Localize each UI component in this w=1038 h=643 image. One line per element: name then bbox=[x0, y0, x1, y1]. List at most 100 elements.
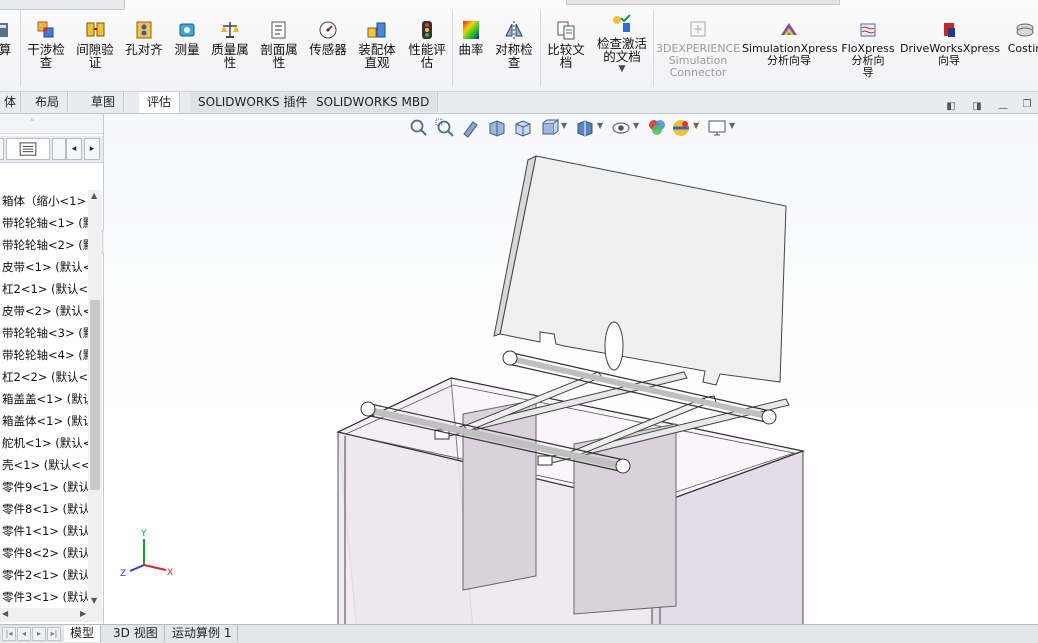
tile-left-icon[interactable]: ◧ bbox=[944, 100, 958, 114]
triad-z-axis bbox=[129, 564, 145, 572]
tree-item[interactable]: 带轮轮轴<4> (默 bbox=[0, 344, 88, 366]
tree-item[interactable]: 杠2<1> (默认< bbox=[0, 278, 88, 300]
tab-model[interactable]: 模型 bbox=[64, 625, 102, 642]
pulley bbox=[360, 401, 376, 417]
hole-alignment-button[interactable]: 孔对齐 bbox=[123, 20, 165, 56]
scroll-left-icon[interactable]: ◀ bbox=[2, 609, 8, 618]
scroll-down-icon[interactable]: ▼ bbox=[91, 596, 97, 605]
tab-layout[interactable]: 布局 bbox=[27, 92, 69, 112]
tree-item[interactable]: 杠2<2> (默认< bbox=[0, 366, 88, 388]
3dexperience-icon bbox=[690, 21, 706, 37]
panel-tab-configuration[interactable] bbox=[52, 138, 66, 160]
tile-right-icon[interactable]: ◨ bbox=[970, 100, 984, 114]
clearance-verify-icon bbox=[86, 22, 105, 37]
compare-documents-icon bbox=[557, 21, 575, 40]
tab-motion-study-1[interactable]: 运动算例 1 bbox=[166, 625, 239, 642]
tree-item[interactable]: 壳<1> (默认<< bbox=[0, 454, 88, 476]
restore-icon[interactable]: ❐ bbox=[1020, 98, 1034, 112]
sensor-button[interactable]: 传感器 bbox=[306, 20, 350, 56]
scrollbar-thumb[interactable] bbox=[90, 300, 100, 490]
tree-item[interactable]: 带轮轮轴<2> (默 bbox=[0, 234, 88, 256]
clearance-verify-button[interactable]: 间隙验 证 bbox=[72, 20, 118, 69]
pulley bbox=[615, 458, 631, 474]
triad-y-label: Y bbox=[140, 529, 147, 539]
feature-manager-panel: ◦ ◂ ▸ 箱体（缩小<1> 带轮轮轴<1> (默 带轮轮轴<2> (默 皮带<… bbox=[0, 114, 104, 624]
first-tab-icon[interactable]: |◂ bbox=[2, 627, 16, 641]
driveworksxpress-icon bbox=[944, 23, 955, 37]
tab-evaluate[interactable]: 评估 bbox=[139, 92, 181, 113]
tree-item[interactable]: 带轮轮轴<3> (默 bbox=[0, 322, 88, 344]
scroll-up-icon[interactable]: ▲ bbox=[91, 191, 97, 200]
calculate-button[interactable]: 算 bbox=[0, 20, 16, 56]
lid-face bbox=[499, 155, 787, 386]
panel-tabs: ◂ ▸ bbox=[0, 136, 103, 163]
pulley bbox=[502, 350, 518, 366]
graphics-area[interactable]: ▼ ▼ ▼ ▼ ▼ Y X Z bbox=[104, 114, 1038, 624]
tree-item[interactable]: 皮带<2> (默认< bbox=[0, 300, 88, 322]
simulationxpress-wizard-button[interactable]: SimulationXpress 分析向导 bbox=[742, 20, 838, 67]
tree-item[interactable]: 舵机<1> (默认< bbox=[0, 432, 88, 454]
tree-item[interactable]: 箱盖盖<1> (默认 bbox=[0, 388, 88, 410]
scroll-right-icon[interactable]: ▶ bbox=[80, 609, 86, 618]
mass-properties-icon bbox=[221, 22, 239, 38]
property-manager-icon bbox=[19, 142, 37, 156]
feature-tree: 箱体（缩小<1> 带轮轮轴<1> (默 带轮轮轴<2> (默 皮带<1> (默认… bbox=[0, 190, 88, 610]
servo-disc bbox=[604, 321, 624, 371]
coordinate-triad: Y X Z bbox=[120, 529, 173, 579]
tree-item[interactable]: 零件8<2> (默认 bbox=[0, 542, 88, 564]
tree-horizontal-scrollbar[interactable]: ◀ ▶ bbox=[0, 608, 103, 622]
tree-vertical-scrollbar[interactable]: ▲ ▼ bbox=[88, 190, 102, 610]
section-properties-button[interactable]: 剖面属 性 bbox=[256, 20, 302, 69]
last-tab-icon[interactable]: ▸| bbox=[47, 627, 61, 641]
panel-tab-featuremanager[interactable] bbox=[0, 138, 4, 160]
lid-panel[interactable] bbox=[493, 155, 787, 386]
assembly-model[interactable]: Y X Z bbox=[104, 114, 1038, 624]
curvature-button[interactable]: 曲率 bbox=[455, 20, 487, 56]
tree-item[interactable]: 带轮轮轴<1> (默 bbox=[0, 212, 88, 234]
bottom-tab-bar: |◂ ◂ ▸ ▸| 模型 3D 视图 运动算例 1 bbox=[0, 624, 1038, 643]
sensor-icon bbox=[319, 21, 337, 39]
tab-features[interactable]: 体 bbox=[0, 92, 22, 112]
compare-documents-button[interactable]: 比较文 档 bbox=[543, 20, 589, 69]
tree-item[interactable]: 零件8<1> (默认 bbox=[0, 498, 88, 520]
tab-solidworks-addins[interactable]: SOLIDWORKS 插件 bbox=[190, 92, 317, 112]
prev-tab-icon[interactable]: ◂ bbox=[17, 627, 31, 641]
tree-item[interactable]: 零件9<1> (默认 bbox=[0, 476, 88, 498]
3dexperience-simulation-connector-button[interactable]: 3DEXPERIENCE Simulation Connector bbox=[656, 20, 740, 79]
floxpress-wizard-button[interactable]: FloXpress 分析向 导 bbox=[840, 20, 896, 79]
command-manager-tabs: 体 布局 草图 评估 SOLIDWORKS 插件 SOLIDWORKS MBD … bbox=[0, 92, 1038, 114]
panel-header: ◦ bbox=[0, 114, 103, 134]
costing-button[interactable]: Costin bbox=[1003, 20, 1038, 55]
scroll-left-icon[interactable]: ◂ bbox=[66, 138, 82, 160]
performance-evaluation-button[interactable]: 性能评 估 bbox=[404, 20, 450, 69]
measure-button[interactable]: 测量 bbox=[171, 20, 203, 56]
tree-item[interactable]: 皮带<1> (默认< bbox=[0, 256, 88, 278]
assembly-visualization-button[interactable]: 装配体 直观 bbox=[354, 20, 400, 69]
tree-item[interactable]: 箱盖体<1> (默认 bbox=[0, 410, 88, 432]
title-bar-fragment bbox=[566, 0, 840, 5]
tab-solidworks-mbd[interactable]: SOLIDWORKS MBD bbox=[308, 92, 439, 112]
symmetry-check-button[interactable]: 对称检 查 bbox=[491, 20, 537, 69]
driveworksxpress-wizard-button[interactable]: DriveWorksXpress 向导 bbox=[900, 20, 1000, 67]
floxpress-icon bbox=[860, 23, 876, 37]
command-ribbon: 算 干涉检 查 间隙验 证 孔对齐 测量 质量属 性 剖面属 性 传感器 装配体… bbox=[0, 0, 1038, 92]
ribbon-separator bbox=[20, 10, 21, 86]
interference-check-button[interactable]: 干涉检 查 bbox=[24, 20, 68, 69]
scroll-right-icon[interactable]: ▸ bbox=[84, 138, 100, 160]
tab-3d-views[interactable]: 3D 视图 bbox=[107, 625, 165, 642]
tree-item[interactable]: 箱体（缩小<1> bbox=[0, 190, 88, 212]
section-properties-icon bbox=[271, 21, 286, 39]
panel-tab-propertymanager[interactable] bbox=[6, 138, 50, 160]
collapse-handle-icon[interactable]: ◦ bbox=[30, 116, 35, 126]
tree-item[interactable]: 零件1<1> (默认 bbox=[0, 520, 88, 542]
tree-item[interactable]: 零件3<1> (默认 bbox=[0, 586, 88, 608]
curvature-icon bbox=[463, 21, 479, 39]
chevron-down-icon[interactable]: ▼ bbox=[594, 63, 650, 76]
mass-properties-button[interactable]: 质量属 性 bbox=[207, 20, 253, 69]
hole-align-icon bbox=[136, 21, 152, 39]
symmetry-check-icon bbox=[505, 21, 523, 39]
check-active-document-button[interactable]: 检查激活 的文档 ▼ bbox=[594, 14, 650, 76]
tree-item[interactable]: 零件2<1> (默认 bbox=[0, 564, 88, 586]
next-tab-icon[interactable]: ▸ bbox=[32, 627, 46, 641]
tab-sketch[interactable]: 草图 bbox=[83, 92, 125, 112]
